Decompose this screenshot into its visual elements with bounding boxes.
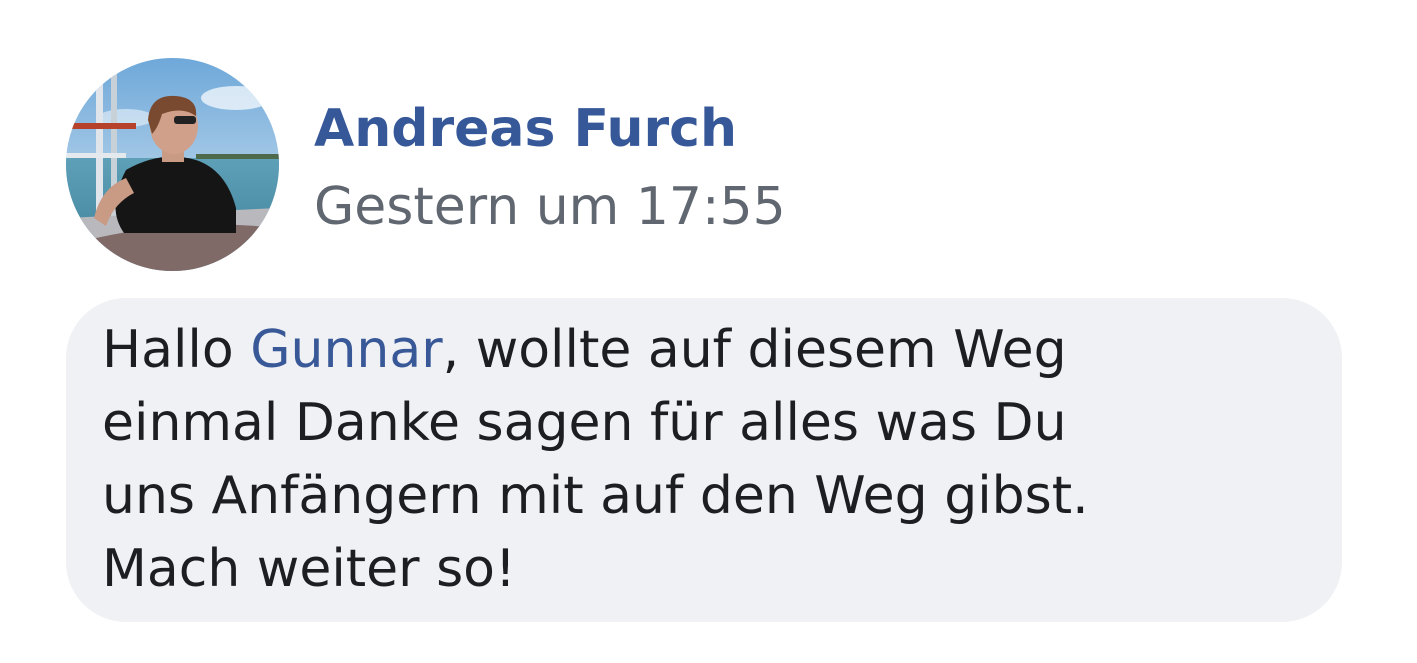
author-name-link[interactable]: Andreas Furch — [314, 98, 737, 160]
profile-photo-icon — [66, 58, 279, 271]
comment-message: Hallo Gunnar, wollte auf diesem Weg einma… — [102, 314, 1302, 606]
author-avatar[interactable] — [66, 58, 279, 271]
message-line-3: uns Anfängern mit auf den Weg gibst. — [102, 466, 1089, 526]
mention-link[interactable]: Gunnar — [250, 320, 442, 380]
message-line-2: einmal Danke sagen für alles was Du — [102, 393, 1067, 453]
message-line-1-rest: , wollte auf diesem Weg — [442, 320, 1067, 380]
message-greeting: Hallo — [102, 320, 251, 380]
comment-timestamp-link[interactable]: Gestern um 17:55 — [314, 176, 786, 238]
comment-post: Andreas Furch Gestern um 17:55 Hallo Gun… — [0, 0, 1417, 663]
message-line-4: Mach weiter so! — [102, 539, 516, 599]
